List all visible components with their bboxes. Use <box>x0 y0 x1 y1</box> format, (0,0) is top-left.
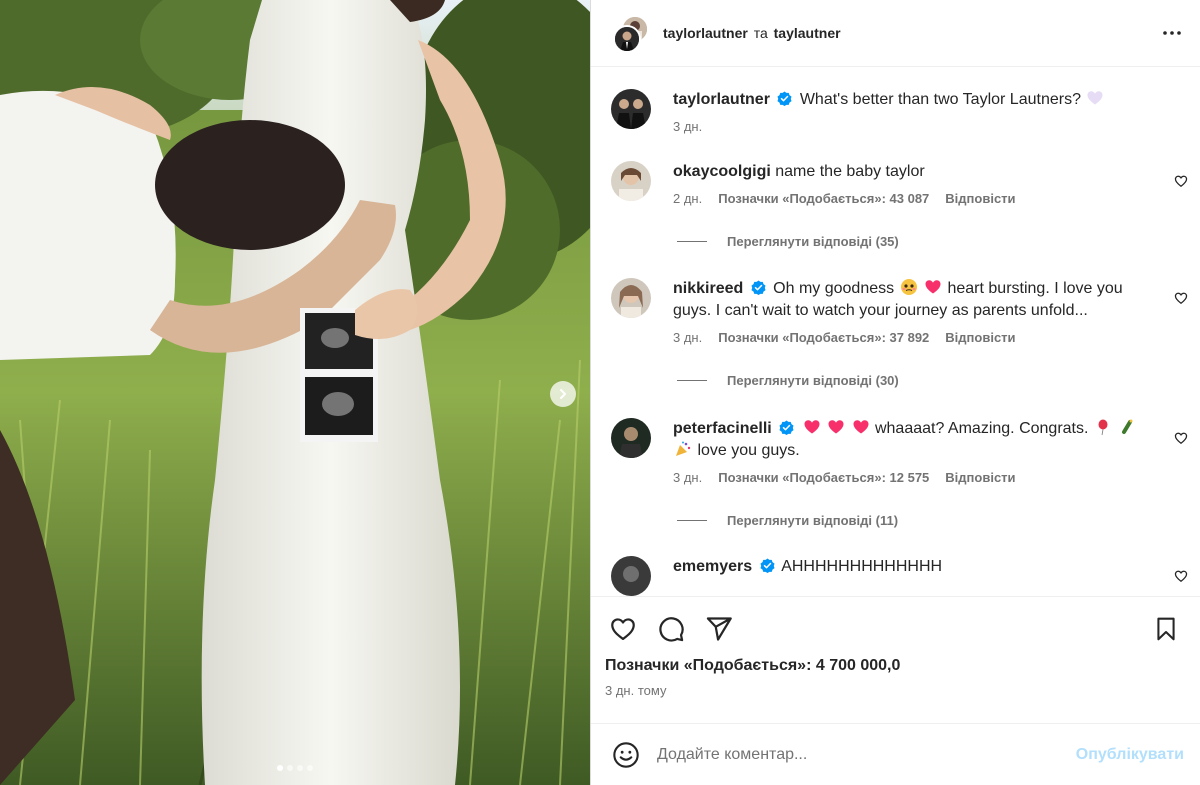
comment-username[interactable]: peterfacinelli <box>673 420 772 437</box>
view-replies-button[interactable]: Переглянути відповіді (11) <box>677 513 1200 528</box>
more-horizontal-icon <box>1163 31 1181 35</box>
comment-heart-icon[interactable] <box>1174 569 1188 583</box>
carousel-dots <box>0 765 590 771</box>
comment-likes[interactable]: Позначки «Подобається»: 37 892 <box>718 330 929 345</box>
next-slide-button[interactable] <box>550 381 576 407</box>
view-replies-button[interactable]: Переглянути відповіді (30) <box>677 373 1200 388</box>
comment-username[interactable]: okaycoolgigi <box>673 163 771 180</box>
avatar[interactable] <box>611 89 651 129</box>
heart-icon <box>611 618 635 641</box>
verified-badge-icon <box>760 558 775 573</box>
carousel-dot <box>277 765 283 771</box>
view-replies-label: Переглянути відповіді (11) <box>727 513 899 528</box>
post-actions: Позначки «Подобається»: 4 700 000,0 3 дн… <box>591 596 1200 723</box>
carousel-dot <box>287 765 293 771</box>
comment-likes[interactable]: Позначки «Подобається»: 43 087 <box>718 191 929 206</box>
caption-time: 3 дн. <box>673 119 703 134</box>
send-icon <box>706 617 732 641</box>
comment-heart-icon[interactable] <box>1174 431 1188 445</box>
replies-divider <box>677 380 707 381</box>
caption-username[interactable]: taylorlautner <box>673 91 770 108</box>
collab-avatars[interactable] <box>611 13 651 53</box>
bookmark-icon <box>1157 617 1175 641</box>
verified-badge-icon <box>777 91 792 106</box>
champagne-icon <box>1122 419 1133 434</box>
comment-time: 3 дн. <box>673 470 703 485</box>
comment-text-part1: whaaaat? Amazing. Congrats. <box>874 420 1089 437</box>
comment-item: peterfacinelli whaaaat? Amazing. Congrat… <box>591 418 1200 485</box>
avatar[interactable] <box>611 556 651 596</box>
comment-text: AHHHHHHHHHHHHH <box>781 558 943 575</box>
replies-divider <box>677 241 707 242</box>
post-media[interactable] <box>0 0 590 785</box>
share-button[interactable] <box>701 611 737 647</box>
pink-heart-icon <box>828 420 844 434</box>
avatar[interactable] <box>611 418 651 458</box>
comments-list[interactable]: taylorlautner What's better than two Tay… <box>591 67 1200 596</box>
post-time: 3 дн. тому <box>605 683 667 698</box>
more-options-button[interactable] <box>1160 21 1184 45</box>
comment-button[interactable] <box>653 611 689 647</box>
verified-badge-icon <box>751 280 766 295</box>
post-side-panel: taylorlautner та taylautner taylorlautne… <box>590 0 1200 785</box>
header-conjunction: та <box>753 25 768 41</box>
comment-time: 3 дн. <box>673 330 703 345</box>
post-modal: taylorlautner та taylautner taylorlautne… <box>0 0 1200 785</box>
comment-heart-icon[interactable] <box>1174 291 1188 305</box>
header-username-2[interactable]: taylautner <box>774 25 841 41</box>
comment-input[interactable] <box>657 745 1076 764</box>
party-popper-icon <box>676 441 691 456</box>
reply-button[interactable]: Відповісти <box>945 470 1015 485</box>
comment-item: ememyers AHHHHHHHHHHHHH <box>591 556 1200 596</box>
add-comment-bar: Опублікувати <box>591 723 1200 785</box>
pink-heart-icon <box>925 280 941 294</box>
comment-item: nikkireed Oh my goodness heart bursting.… <box>591 278 1200 345</box>
pink-heart-icon <box>804 420 820 434</box>
view-replies-label: Переглянути відповіді (35) <box>727 234 899 249</box>
comment-username[interactable]: nikkireed <box>673 280 743 297</box>
emoji-button[interactable] <box>611 740 641 770</box>
comment-heart-icon[interactable] <box>1174 174 1188 188</box>
carousel-dot <box>297 765 303 771</box>
comment-time: 2 дн. <box>673 191 703 206</box>
comment-icon <box>659 617 684 642</box>
comment-text-part2: love you guys. <box>697 442 800 459</box>
reply-button[interactable]: Відповісти <box>945 191 1015 206</box>
view-replies-button[interactable]: Переглянути відповіді (35) <box>677 234 1200 249</box>
comment-item: okaycoolgigi name the baby taylor 2 дн. … <box>591 161 1200 206</box>
post-comment-button[interactable]: Опублікувати <box>1076 746 1184 764</box>
reply-button[interactable]: Відповісти <box>945 330 1015 345</box>
avatar[interactable] <box>611 278 651 318</box>
avatar <box>613 25 641 53</box>
save-button[interactable] <box>1148 611 1184 647</box>
emoji-smile-icon <box>613 741 639 768</box>
teary-face-icon <box>900 279 917 295</box>
view-replies-label: Переглянути відповіді (30) <box>727 373 899 388</box>
carousel-dot <box>307 765 313 771</box>
pink-heart-icon <box>853 420 869 434</box>
comment-text-part1: Oh my goodness <box>773 280 895 297</box>
caption-text: What's better than two Taylor Lautners? <box>799 91 1081 108</box>
replies-divider <box>677 520 707 521</box>
comment-username[interactable]: ememyers <box>673 558 752 575</box>
post-photo <box>0 0 590 785</box>
verified-badge-icon <box>779 420 794 435</box>
header-username-1[interactable]: taylorlautner <box>663 25 748 41</box>
comment-likes[interactable]: Позначки «Подобається»: 12 575 <box>718 470 929 485</box>
post-header: taylorlautner та taylautner <box>591 0 1200 67</box>
like-button[interactable] <box>605 611 641 647</box>
comment-text: name the baby taylor <box>775 163 925 180</box>
avatar[interactable] <box>611 161 651 201</box>
balloon-icon <box>1098 419 1108 436</box>
caption: taylorlautner What's better than two Tay… <box>591 89 1200 134</box>
light-purple-heart-icon <box>1087 91 1103 105</box>
chevron-right-icon <box>560 389 566 399</box>
like-count[interactable]: Позначки «Подобається»: 4 700 000,0 <box>605 657 1184 675</box>
